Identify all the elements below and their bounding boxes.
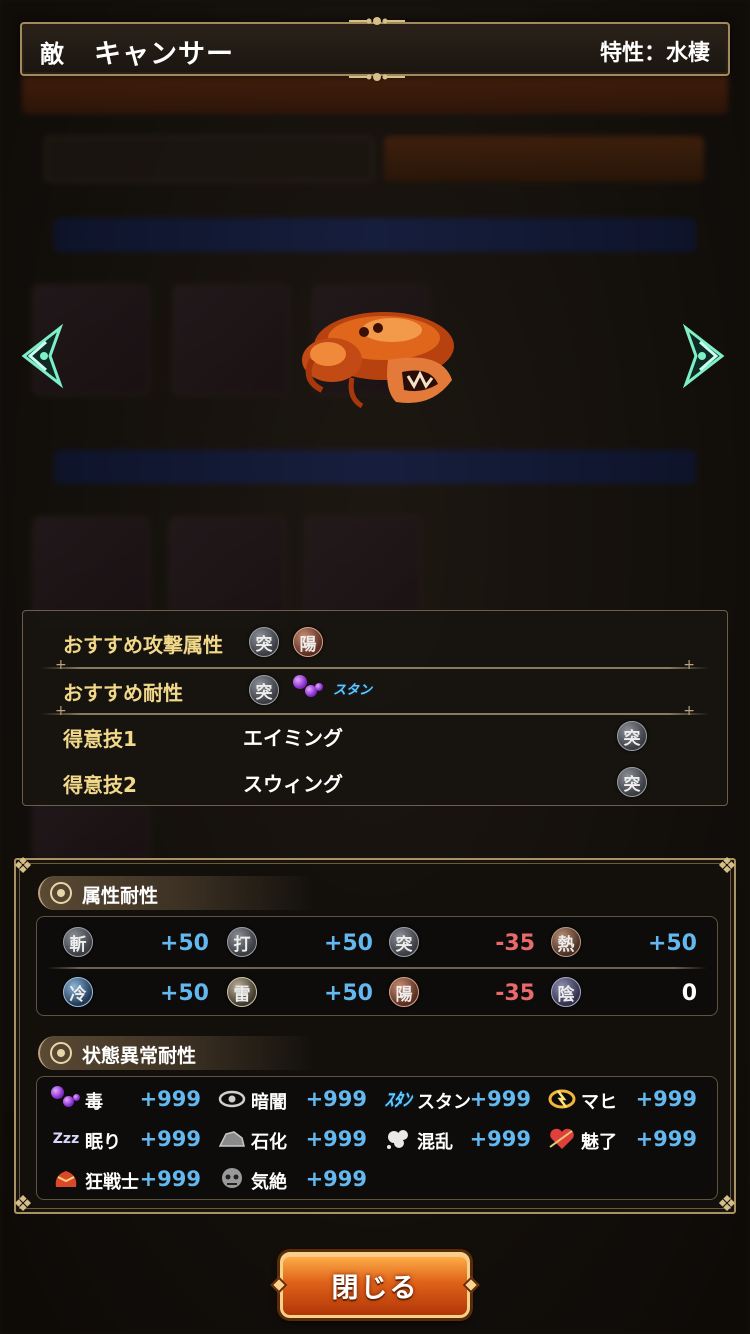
corner-ornament-icon: ❖ [13, 854, 33, 879]
pierce-element-icon: 突 [617, 721, 647, 751]
thunder-element-icon: 雷 [227, 977, 257, 1007]
ornament-icon [349, 17, 405, 25]
close-button-label: 閉じる [331, 1272, 419, 1304]
charm-icon [547, 1125, 577, 1153]
stun-label: スタン [333, 683, 373, 698]
status-charm: 魅了 +999 [547, 1123, 697, 1157]
sleep-icon: Zzz [52, 1131, 80, 1147]
blunt-element-icon: 打 [227, 927, 257, 957]
resist-slash: 斬 +50 [63, 923, 209, 963]
recommended-resist-label: おすすめ耐性 [63, 681, 183, 705]
dark-element-icon: 陰 [551, 977, 581, 1007]
stun-orbs-icon [291, 675, 323, 701]
previous-arrow-icon[interactable] [16, 322, 64, 390]
status-resist-title: 状態異常耐性 [38, 1036, 314, 1070]
pierce-element-icon: 突 [389, 927, 419, 957]
resist-value: +50 [647, 931, 697, 956]
element-resist-box: 斬 +50 打 +50 突 -35 熱 +50 冷 +50 雷 +50 陽 -3… [36, 916, 718, 1016]
slash-element-icon: 斬 [63, 927, 93, 957]
enemy-header: 敵 キャンサー 特性：水棲 [20, 17, 730, 81]
status-berserk: 狂戦士 +999 [51, 1163, 201, 1197]
resist-pierce: 突 -35 [389, 923, 535, 963]
heat-element-icon: 熱 [551, 927, 581, 957]
enemy-trait: 特性：水棲 [599, 41, 710, 66]
status-stun: ｽﾀﾝ スタン +999 [384, 1087, 532, 1113]
resist-value: -35 [495, 931, 535, 956]
status-paralysis: マヒ +999 [547, 1083, 697, 1117]
pierce-element-icon: 突 [249, 627, 279, 657]
recommendation-panel: おすすめ攻撃属性 突 陽 おすすめ耐性 突 スタン 得意技1 エイミング 突 得… [22, 610, 728, 806]
recommended-attack-row: おすすめ攻撃属性 突 陽 [23, 619, 727, 665]
corner-ornament-icon: ❖ [717, 854, 737, 879]
resist-holy: 陽 -35 [389, 973, 535, 1013]
element-resist-title: 属性耐性 [38, 876, 314, 910]
berserk-icon [51, 1165, 81, 1193]
skill-2-name: スウィング [243, 772, 343, 796]
holy-element-icon: 陽 [293, 627, 323, 657]
enemy-tag: 敵 [40, 40, 64, 68]
resist-heat: 熱 +50 [551, 923, 697, 963]
faint-icon [217, 1165, 247, 1193]
blind-icon [217, 1085, 247, 1113]
enemy-name: キャンサー [94, 39, 234, 70]
recommended-resist-row: おすすめ耐性 突 スタン [23, 667, 727, 713]
status-poison: 毒 +999 [51, 1083, 201, 1117]
status-blind: 暗闇 +999 [217, 1083, 367, 1117]
next-arrow-icon[interactable] [682, 322, 730, 390]
status-petrify: 石化 +999 [217, 1123, 367, 1157]
skill-2-label: 得意技2 [63, 773, 137, 797]
status-sleep: Zzz 眠り +999 [52, 1127, 201, 1153]
resist-value: -35 [495, 981, 535, 1006]
pierce-element-icon: 突 [249, 675, 279, 705]
ornament-icon [349, 73, 405, 81]
resist-value: +50 [159, 981, 209, 1006]
status-confusion: 混乱 +999 [383, 1123, 531, 1157]
resistance-panel: ❖ ❖ ❖ ❖ 属性耐性 斬 +50 打 +50 突 -35 熱 +50 冷 +… [13, 854, 737, 1217]
pierce-element-icon: 突 [617, 767, 647, 797]
skill-1-label: 得意技1 [63, 727, 137, 751]
gear-icon [50, 1042, 72, 1064]
cold-element-icon: 冷 [63, 977, 93, 1007]
monster-sprite [302, 312, 454, 409]
corner-ornament-icon: ❖ [717, 1192, 737, 1217]
skill-row-1: 得意技1 エイミング 突 [23, 713, 727, 759]
confusion-icon [383, 1125, 413, 1153]
petrify-icon [217, 1125, 247, 1153]
resist-dark: 陰 0 [551, 973, 697, 1013]
close-button[interactable]: 閉じる [270, 1252, 480, 1318]
holy-element-icon: 陽 [389, 977, 419, 1007]
recommended-attack-label: おすすめ攻撃属性 [63, 633, 223, 657]
corner-ornament-icon: ❖ [13, 1192, 33, 1217]
poison-icon [51, 1085, 81, 1113]
skill-1-name: エイミング [243, 726, 343, 750]
gear-icon [50, 882, 72, 904]
status-resist-box: 毒 +999 暗闇 +999 ｽﾀﾝ スタン +999 マヒ +999 Zzz … [36, 1076, 718, 1200]
resist-blunt: 打 +50 [227, 923, 373, 963]
stun-icon: ｽﾀﾝ [384, 1090, 412, 1111]
resist-value: +50 [159, 931, 209, 956]
resist-thunder: 雷 +50 [227, 973, 373, 1013]
skill-row-2: 得意技2 スウィング 突 [23, 759, 727, 805]
resist-value: +50 [323, 931, 373, 956]
resist-value: 0 [681, 981, 697, 1006]
status-faint: 気絶 +999 [217, 1163, 367, 1197]
resist-cold: 冷 +50 [63, 973, 209, 1013]
paralysis-icon [547, 1085, 577, 1113]
resist-value: +50 [323, 981, 373, 1006]
